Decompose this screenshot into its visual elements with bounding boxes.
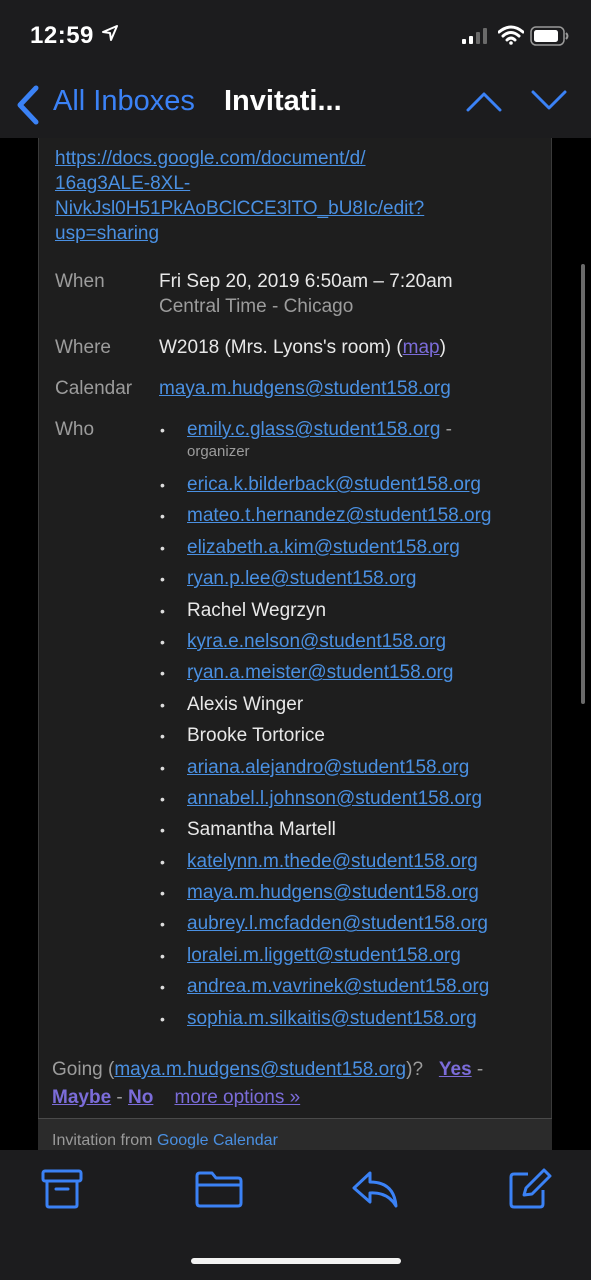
back-chevron-icon[interactable] [14,82,42,128]
folder-icon[interactable] [194,1168,244,1210]
where-value: W2018 (Mrs. Lyons's room) (map) [159,337,446,359]
rsvp-separator: - [471,1059,484,1080]
document-link-line[interactable]: NivkJsl0H51PkAoBClCCE3lTO_bU8Ic/edit? [55,196,495,221]
cellular-signal-icon [462,28,487,44]
guest-item: Brooke Tortorice [159,724,549,755]
rsvp-maybe-button[interactable]: Maybe [52,1087,111,1108]
guest-item: sophia.m.silkaitis@student158.org [159,1007,549,1038]
back-button[interactable]: All Inboxes [53,85,195,118]
scrollbar[interactable] [581,264,585,704]
guest-email-link[interactable]: mateo.t.hernandez@student158.org [187,505,492,526]
going-email-link[interactable]: maya.m.hudgens@student158.org [114,1059,406,1080]
document-link[interactable]: https://docs.google.com/document/d/ 16ag… [55,146,495,246]
document-link-line[interactable]: usp=sharing [55,221,495,246]
location-arrow-icon [102,25,118,41]
guest-item: ariana.alejandro@student158.org [159,756,549,787]
guest-email-link[interactable]: ariana.alejandro@student158.org [187,757,469,778]
document-link-line[interactable]: https://docs.google.com/document/d/ [55,146,495,171]
guest-name: Rachel Wegrzyn [187,599,327,621]
guest-item: kyra.e.nelson@student158.org [159,630,549,661]
guest-email-link[interactable]: maya.m.hudgens@student158.org [187,882,479,903]
organizer-email-link[interactable]: emily.c.glass@student158.org [187,419,440,440]
guest-email-link[interactable]: sophia.m.silkaitis@student158.org [187,1008,477,1029]
navigation-bar: All Inboxes Invitati... [0,72,591,138]
guest-item: ryan.a.meister@student158.org [159,661,549,692]
more-options-link[interactable]: more options » [174,1087,300,1108]
going-prefix: Going ( [52,1059,115,1080]
guest-item: maya.m.hudgens@student158.org [159,881,549,912]
calendar-label: Calendar [55,378,133,399]
guest-email-link[interactable]: ryan.a.meister@student158.org [187,662,453,683]
guest-email-link[interactable]: katelynn.m.thede@student158.org [187,851,478,872]
calendar-email-link[interactable]: maya.m.hudgens@student158.org [159,378,451,400]
reply-icon[interactable] [350,1168,400,1210]
organizer-tag: organizer [187,443,250,460]
guest-item: Alexis Winger [159,693,549,724]
archive-icon[interactable] [40,1168,84,1210]
home-indicator[interactable] [191,1258,401,1264]
message-title: Invitati... [224,85,342,117]
guest-item: ryan.p.lee@student158.org [159,567,549,598]
battery-icon [530,26,569,46]
guest-item: erica.k.bilderback@student158.org [159,473,549,504]
guest-email-link[interactable]: elizabeth.a.kim@student158.org [187,537,460,558]
guest-item: aubrey.l.mcfadden@student158.org [159,912,549,943]
when-value: Fri Sep 20, 2019 6:50am – 7:20am [159,271,453,292]
where-location: W2018 (Mrs. Lyons's room) ( [159,337,403,358]
guest-email-link[interactable]: erica.k.bilderback@student158.org [187,474,481,495]
where-label: Where [55,337,111,358]
guest-name: Brooke Tortorice [187,725,325,747]
footer-prefix: Invitation from [52,1132,157,1149]
who-label: Who [55,419,95,440]
status-bar: 12:59 [0,0,591,72]
when-label: When [55,271,105,292]
organizer-dash: - [440,419,453,440]
guest-email-link[interactable]: kyra.e.nelson@student158.org [187,631,446,652]
guest-item: loralei.m.liggett@student158.org [159,944,549,975]
guest-name: Alexis Winger [187,693,304,715]
where-close: ) [439,337,446,358]
document-link-line[interactable]: 16ag3ALE-8XL- [55,171,495,196]
google-calendar-link[interactable]: Google Calendar [157,1132,278,1149]
guest-item: annabel.l.johnson@student158.org [159,787,549,818]
when-timezone: Central Time - Chicago [159,296,354,317]
going-suffix: )? [406,1059,424,1080]
rsvp-yes-button[interactable]: Yes [439,1059,472,1080]
wifi-icon [498,25,524,45]
guest-list: emily.c.glass@student158.org - organizer… [159,418,549,1038]
guest-item: Samantha Martell [159,818,549,849]
invitation-footer-text: Invitation from Google Calendar [52,1132,278,1150]
chevron-up-icon[interactable] [466,90,502,112]
message-body[interactable]: https://docs.google.com/document/d/ 16ag… [0,138,591,1150]
guest-email-link[interactable]: loralei.m.liggett@student158.org [187,945,461,966]
rsvp-no-button[interactable]: No [128,1087,153,1108]
compose-icon[interactable] [506,1168,552,1210]
status-time: 12:59 [30,22,94,49]
guest-email-link[interactable]: aubrey.l.mcfadden@student158.org [187,913,488,934]
guest-item: elizabeth.a.kim@student158.org [159,536,549,567]
chevron-down-icon[interactable] [531,90,567,112]
organizer-item: emily.c.glass@student158.org - organizer [159,418,549,473]
guest-item: mateo.t.hernandez@student158.org [159,504,549,535]
guest-item: katelynn.m.thede@student158.org [159,850,549,881]
map-link[interactable]: map [403,337,440,358]
rsvp-separator: - [111,1087,129,1108]
guest-email-link[interactable]: annabel.l.johnson@student158.org [187,788,482,809]
guest-item: andrea.m.vavrinek@student158.org [159,975,549,1006]
guest-name: Samantha Martell [187,819,336,841]
rsvp-section: Going (maya.m.hudgens@student158.org)? Y… [52,1056,542,1112]
guest-email-link[interactable]: ryan.p.lee@student158.org [187,568,417,589]
guest-item: Rachel Wegrzyn [159,599,549,630]
guest-email-link[interactable]: andrea.m.vavrinek@student158.org [187,976,489,997]
